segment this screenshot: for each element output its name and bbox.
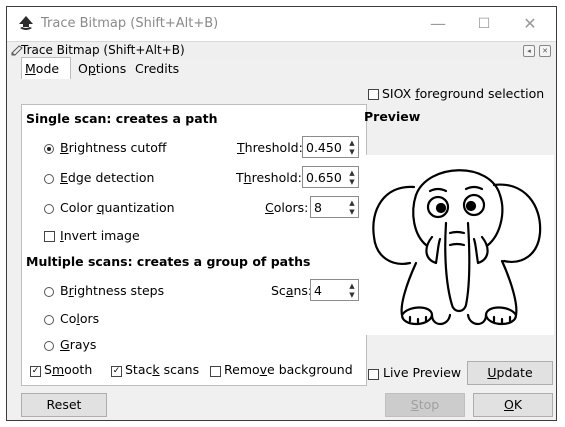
preview-heading: Preview — [364, 109, 421, 124]
siox-checkbox[interactable] — [368, 89, 379, 100]
edge-threshold-spinbox[interactable]: 0.650 ▲ ▼ — [302, 166, 359, 188]
inkscape-icon — [19, 16, 33, 30]
spin-up-icon[interactable]: ▲ — [348, 139, 356, 147]
colors-spinbox[interactable]: 8 ▲ ▼ — [310, 196, 359, 218]
window-title: Trace Bitmap (Shift+Alt+B) — [41, 16, 219, 31]
remove-background-checkbox[interactable] — [210, 366, 221, 377]
reset-button[interactable]: Reset — [21, 393, 107, 417]
grays-radio[interactable] — [44, 341, 54, 351]
single-scan-heading: Single scan: creates a path — [26, 111, 218, 126]
dialog-body: Mode Options Credits Single scan: create… — [7, 57, 556, 420]
edge-detection-radio[interactable] — [44, 174, 54, 184]
spin-down-icon[interactable]: ▼ — [348, 208, 356, 216]
maximize-button[interactable]: ☐ — [461, 7, 507, 41]
brightness-threshold-label: Threshold: — [237, 140, 303, 155]
mode-panel: Single scan: creates a path Brightness c… — [21, 104, 367, 386]
scans-spinbox[interactable]: 4 ▲ ▼ — [310, 279, 359, 301]
edge-detection-label[interactable]: Edge detection — [60, 170, 154, 185]
grays-label[interactable]: Grays — [60, 337, 96, 352]
spin-up-icon[interactable]: ▲ — [348, 169, 356, 177]
color-quantization-label[interactable]: Color quantization — [60, 200, 175, 215]
ok-button[interactable]: OK — [473, 393, 553, 417]
spin-down-icon[interactable]: ▼ — [348, 291, 356, 299]
brightness-steps-label[interactable]: Brightness steps — [60, 283, 164, 298]
elephant-preview-image — [372, 169, 542, 326]
stop-button[interactable]: Stop — [385, 393, 465, 417]
brightness-threshold-spinbox[interactable]: 0.450 ▲ ▼ — [302, 136, 359, 158]
update-button[interactable]: Update — [467, 361, 553, 385]
colors-label: Colors: — [265, 200, 309, 215]
colors-radio[interactable] — [44, 315, 54, 325]
brightness-cutoff-radio[interactable] — [44, 144, 54, 154]
color-quantization-radio[interactable] — [44, 204, 54, 214]
spin-up-icon[interactable]: ▲ — [348, 199, 356, 207]
siox-label[interactable]: SIOX foreground selection — [382, 86, 544, 101]
colors-radio-label[interactable]: Colors — [60, 311, 99, 326]
multiple-scans-heading: Multiple scans: creates a group of paths — [26, 254, 311, 269]
scans-label: Scans: — [271, 283, 313, 298]
stack-scans-label[interactable]: Stack scans — [125, 362, 199, 377]
remove-background-label[interactable]: Remove background — [224, 362, 353, 377]
tab-credits[interactable]: Credits — [132, 59, 182, 79]
brightness-steps-radio[interactable] — [44, 287, 54, 297]
close-button[interactable]: ✕ — [507, 7, 553, 41]
tab-options[interactable]: Options — [75, 59, 129, 79]
dock-close-button[interactable]: ✕ — [539, 45, 551, 57]
dock-titlebar: Trace Bitmap (Shift+Alt+B) ◂ ✕ — [7, 41, 556, 60]
preview-area — [366, 155, 554, 335]
invert-image-label[interactable]: Invert image — [60, 228, 140, 243]
live-preview-label[interactable]: Live Preview — [383, 365, 461, 380]
spin-up-icon[interactable]: ▲ — [348, 282, 356, 290]
smooth-checkbox[interactable]: ✓ — [30, 366, 41, 377]
minimize-button[interactable]: — — [415, 7, 461, 41]
trace-bitmap-window: Trace Bitmap (Shift+Alt+B) — ☐ ✕ Trace B… — [6, 6, 557, 421]
spin-down-icon[interactable]: ▼ — [348, 178, 356, 186]
smooth-label[interactable]: Smooth — [44, 362, 92, 377]
spin-down-icon[interactable]: ▼ — [348, 148, 356, 156]
edge-threshold-label: Threshold: — [236, 170, 302, 185]
brightness-cutoff-label[interactable]: Brightness cutoff — [60, 140, 167, 155]
dock-iconify-button[interactable]: ◂ — [523, 45, 535, 57]
stack-scans-checkbox[interactable]: ✓ — [111, 366, 122, 377]
live-preview-checkbox[interactable] — [368, 369, 379, 380]
invert-image-checkbox[interactable] — [44, 231, 55, 242]
window-titlebar[interactable]: Trace Bitmap (Shift+Alt+B) — ☐ ✕ — [7, 7, 556, 41]
tab-mode[interactable]: Mode — [21, 57, 71, 79]
dock-title: Trace Bitmap (Shift+Alt+B) — [21, 43, 185, 57]
